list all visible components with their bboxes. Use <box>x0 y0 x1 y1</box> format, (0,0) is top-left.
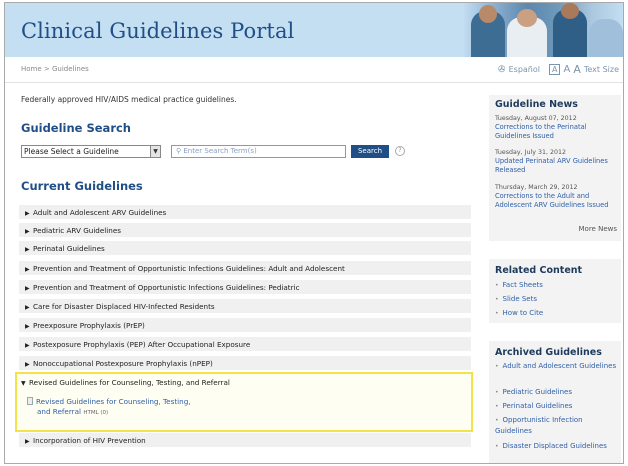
archived-guidelines-box: Archived Guidelines • Adult and Adolescen… <box>489 341 621 463</box>
document-link-line2[interactable]: and Referral <box>37 407 81 416</box>
breadcrumb-bar: Home > Guidelines ✇ Español A A A Text S… <box>5 57 623 83</box>
guideline-item[interactable]: ▶ Postexposure Prophylaxis (PEP) After Oc… <box>19 337 471 352</box>
archived-link[interactable]: • Adult and Adolescent Guidelines <box>495 361 617 372</box>
expand-arrow-icon: ▶ <box>25 210 30 217</box>
globe-icon[interactable]: ✇ <box>498 65 506 75</box>
news-title: Guideline News <box>495 99 578 110</box>
guideline-label: Care for Disaster Displaced HIV-Infected… <box>33 302 215 311</box>
guideline-item[interactable]: ▶ Nonoccupational Postexposure Prophylaxi… <box>19 356 471 371</box>
current-guidelines-heading: Current Guidelines <box>21 179 143 193</box>
expand-arrow-icon: ▶ <box>25 361 30 368</box>
guideline-item[interactable]: ▶ Preexposure Prophylaxis (PrEP) <box>19 318 471 333</box>
archived-link[interactable]: • Opportunistic Infection Guidelines <box>495 415 617 437</box>
search-button[interactable]: Search <box>351 145 389 158</box>
language-link[interactable]: Español <box>509 65 540 74</box>
guideline-item[interactable]: ▶ Adult and Adolescent ARV Guidelines <box>19 205 471 220</box>
search-input[interactable]: ⚲ Enter Search Term(s) <box>171 145 346 158</box>
expanded-guideline-title: Revised Guidelines for Counseling, Testi… <box>29 378 230 387</box>
news-date: Thursday, March 29, 2012 <box>495 184 578 191</box>
guideline-select-value: Please Select a Guideline <box>24 147 119 156</box>
page-tools: ✇ Español A A A Text Size <box>498 63 619 76</box>
search-heading: Guideline Search <box>21 121 131 135</box>
guideline-item[interactable]: ▶ Care for Disaster Displaced HIV-Infecte… <box>19 299 471 314</box>
expanded-guideline-header[interactable]: ▼ Revised Guidelines for Counseling, Test… <box>21 378 230 387</box>
guideline-label: Pediatric ARV Guidelines <box>33 226 122 235</box>
guideline-label: Nonoccupational Postexposure Prophylaxis… <box>33 359 213 368</box>
guideline-item[interactable]: ▶ Prevention and Treatment of Opportunist… <box>19 280 471 295</box>
expand-arrow-icon: ▶ <box>25 304 30 311</box>
expand-arrow-icon: ▶ <box>25 285 30 292</box>
site-header: Clinical Guidelines Portal <box>5 3 623 57</box>
news-date: Tuesday, July 31, 2012 <box>495 149 566 156</box>
archived-link[interactable]: • Disaster Displaced Guidelines <box>495 441 617 452</box>
main-content: Federally approved HIV/AIDS medical prac… <box>21 95 473 193</box>
more-news-link[interactable]: More News <box>579 225 618 233</box>
font-size-small-button[interactable]: A <box>548 64 561 75</box>
guideline-item[interactable]: ▶ Perinatal Guidelines <box>19 241 471 256</box>
guideline-label: Postexposure Prophylaxis (PEP) After Occ… <box>33 340 251 349</box>
help-icon[interactable]: ? <box>395 146 405 156</box>
related-link[interactable]: • How to Cite <box>495 309 543 317</box>
related-link[interactable]: • Fact Sheets <box>495 281 543 289</box>
guideline-label: Perinatal Guidelines <box>33 244 105 253</box>
site-title[interactable]: Clinical Guidelines Portal <box>21 19 294 43</box>
search-row: Please Select a Guideline ▼ ⚲ Enter Sear… <box>21 145 473 159</box>
document-icon <box>27 397 33 405</box>
search-icon: ⚲ <box>176 147 182 155</box>
guideline-news-box: Guideline News Tuesday, August 07, 2012 … <box>489 95 621 241</box>
related-link[interactable]: • Slide Sets <box>495 295 537 303</box>
document-link-line1[interactable]: Revised Guidelines for Counseling, Testi… <box>36 397 191 406</box>
news-link[interactable]: Corrections to the Adult and Adolescent … <box>495 192 617 209</box>
archived-link[interactable]: • Pediatric Guidelines <box>495 387 617 398</box>
collapse-arrow-icon: ▼ <box>21 380 26 387</box>
archived-title: Archived Guidelines <box>495 347 602 358</box>
browser-frame: Clinical Guidelines Portal Home > Guidel… <box>4 2 624 464</box>
related-title: Related Content <box>495 265 583 276</box>
dropdown-arrow-icon[interactable]: ▼ <box>150 145 161 158</box>
header-photo <box>463 3 623 57</box>
news-date: Tuesday, August 07, 2012 <box>495 115 577 122</box>
guideline-document-link[interactable]: Revised Guidelines for Counseling, Testi… <box>27 397 191 418</box>
guideline-label: Preexposure Prophylaxis (PrEP) <box>33 321 145 330</box>
news-link[interactable]: Corrections to the Perinatal Guidelines … <box>495 123 617 140</box>
archived-link[interactable]: • Perinatal Guidelines <box>495 401 617 412</box>
expanded-guideline-panel: ▼ Revised Guidelines for Counseling, Test… <box>15 372 473 432</box>
guideline-label: Incorporation of HIV Prevention <box>33 436 146 445</box>
expand-arrow-icon: ▶ <box>25 342 30 349</box>
text-size-label: Text Size <box>583 65 619 74</box>
guideline-label: Adult and Adolescent ARV Guidelines <box>33 208 167 217</box>
guideline-label: Prevention and Treatment of Opportunisti… <box>33 283 300 292</box>
breadcrumb[interactable]: Home > Guidelines <box>21 65 89 73</box>
guideline-item[interactable]: ▶ Prevention and Treatment of Opportunist… <box>19 261 471 276</box>
news-link[interactable]: Updated Perinatal ARV Guidelines Release… <box>495 157 617 174</box>
guideline-label: Prevention and Treatment of Opportunisti… <box>33 264 345 273</box>
intro-text: Federally approved HIV/AIDS medical prac… <box>21 95 237 104</box>
guideline-item[interactable]: ▶ Incorporation of HIV Prevention <box>19 433 471 448</box>
font-size-large-button[interactable]: A <box>573 63 581 76</box>
search-placeholder: Enter Search Term(s) <box>183 147 257 155</box>
expand-arrow-icon: ▶ <box>25 246 30 253</box>
document-format-label: HTML (0) <box>83 410 109 416</box>
expand-arrow-icon: ▶ <box>25 228 30 235</box>
guideline-select[interactable]: Please Select a Guideline ▼ <box>21 145 161 158</box>
related-content-box: Related Content • Fact Sheets • Slide Sets… <box>489 259 621 323</box>
font-size-medium-button[interactable]: A <box>563 64 570 75</box>
guideline-item[interactable]: ▶ Pediatric ARV Guidelines <box>19 223 471 238</box>
expand-arrow-icon: ▶ <box>25 323 30 330</box>
expand-arrow-icon: ▶ <box>25 438 30 445</box>
expand-arrow-icon: ▶ <box>25 266 30 273</box>
